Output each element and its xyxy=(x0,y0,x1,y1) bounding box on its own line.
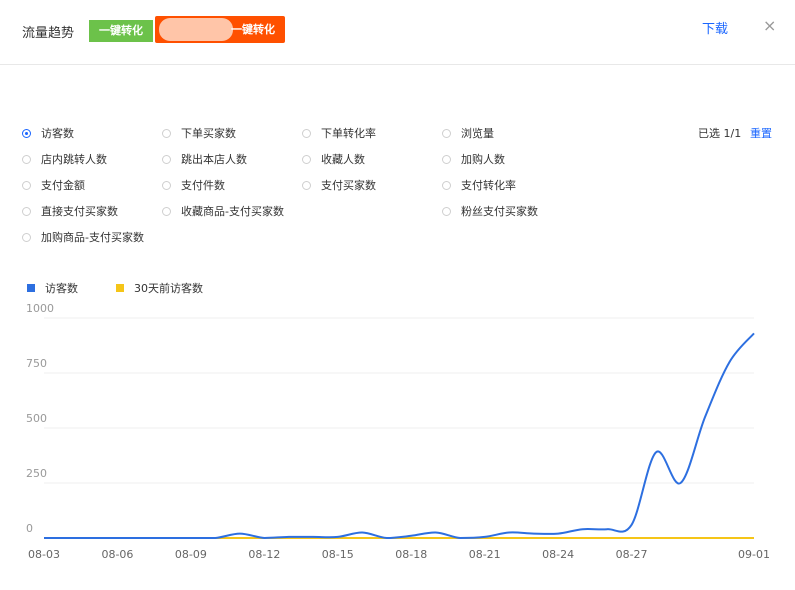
x-tick-label: 08-12 xyxy=(248,548,280,561)
metric-option-label: 收藏商品-支付买家数 xyxy=(181,205,284,218)
one-click-convert-label: 一键转化 xyxy=(231,23,275,36)
metric-option[interactable]: 收藏商品-支付买家数 xyxy=(162,203,284,219)
radio-icon[interactable] xyxy=(302,154,311,164)
y-tick-label: 750 xyxy=(26,357,47,370)
radio-icon[interactable] xyxy=(442,128,451,138)
radio-icon[interactable] xyxy=(22,154,31,164)
metric-option[interactable]: 访客数 xyxy=(22,125,74,141)
metric-option-label: 访客数 xyxy=(41,127,74,140)
metric-option[interactable]: 下单转化率 xyxy=(302,125,376,141)
panel-title: 流量趋势 xyxy=(22,26,75,41)
series-line-visitors xyxy=(43,332,755,540)
x-tick-label: 08-15 xyxy=(322,548,354,561)
metric-option[interactable]: 跳出本店人数 xyxy=(162,151,247,167)
radio-icon[interactable] xyxy=(22,206,31,216)
metric-option[interactable]: 直接支付买家数 xyxy=(22,203,118,219)
metric-option[interactable]: 支付转化率 xyxy=(442,177,516,193)
radio-icon[interactable] xyxy=(442,180,451,190)
metric-option-label: 粉丝支付买家数 xyxy=(461,205,538,218)
legend-swatch-blue xyxy=(27,284,35,292)
traffic-line-chart: 0 250 500 750 1000 08-03 08-06 08-09 08-12 08-15 0… xyxy=(26,302,770,561)
download-link[interactable]: 下载 xyxy=(702,18,728,37)
y-tick-label: 250 xyxy=(26,467,47,480)
metric-option[interactable]: 下单买家数 xyxy=(162,125,236,141)
metric-option[interactable]: 支付件数 xyxy=(162,177,225,193)
radio-icon[interactable] xyxy=(442,206,451,216)
one-click-convert-button[interactable]: 一键转化 xyxy=(155,16,285,43)
legend-swatch-yellow xyxy=(116,284,124,292)
blurred-redaction xyxy=(159,18,233,41)
metric-option-label: 收藏人数 xyxy=(321,153,365,166)
metric-option-label: 跳出本店人数 xyxy=(181,153,247,166)
metric-option-label: 支付买家数 xyxy=(321,179,376,192)
selected-count: 已选 1/1 xyxy=(698,127,742,140)
legend-label: 访客数 xyxy=(45,282,78,295)
x-tick-label: 08-18 xyxy=(395,548,427,561)
radio-icon[interactable] xyxy=(162,180,171,190)
metric-option-label: 下单转化率 xyxy=(321,127,376,140)
metric-option[interactable]: 支付买家数 xyxy=(302,177,376,193)
x-tick-label: 08-24 xyxy=(542,548,574,561)
radio-icon[interactable] xyxy=(22,128,31,138)
metric-option-label: 直接支付买家数 xyxy=(41,205,118,218)
radio-icon[interactable] xyxy=(162,154,171,164)
y-tick-label: 1000 xyxy=(26,302,54,315)
metric-option[interactable]: 粉丝支付买家数 xyxy=(442,203,538,219)
close-icon[interactable]: × xyxy=(763,16,776,35)
radio-icon[interactable] xyxy=(442,154,451,164)
legend-label: 30天前访客数 xyxy=(134,282,203,295)
radio-icon[interactable] xyxy=(162,206,171,216)
x-tick-label: 08-27 xyxy=(616,548,648,561)
metric-option-label: 支付金额 xyxy=(41,179,85,192)
metric-option-label: 加购商品-支付买家数 xyxy=(41,231,144,244)
metric-option[interactable]: 店内跳转人数 xyxy=(22,151,107,167)
y-tick-label: 500 xyxy=(26,412,47,425)
metric-option-label: 下单买家数 xyxy=(181,127,236,140)
metric-option[interactable]: 浏览量 xyxy=(442,125,494,141)
radio-icon[interactable] xyxy=(302,180,311,190)
radio-icon[interactable] xyxy=(22,232,31,242)
one-click-convert-tag[interactable]: 一键转化 xyxy=(89,20,153,42)
header-bar: 流量趋势 一键转化 一键转化 下载 × xyxy=(0,0,795,65)
legend-item-prev-visitors[interactable]: 30天前访客数 xyxy=(116,280,203,296)
metric-option-label: 店内跳转人数 xyxy=(41,153,107,166)
metric-option-label: 加购人数 xyxy=(461,153,505,166)
x-tick-label: 08-21 xyxy=(469,548,501,561)
radio-icon[interactable] xyxy=(162,128,171,138)
legend-item-visitors[interactable]: 访客数 xyxy=(27,280,78,296)
radio-icon[interactable] xyxy=(22,180,31,190)
x-tick-label: 08-03 xyxy=(28,548,60,561)
y-tick-label: 0 xyxy=(26,522,33,535)
metric-option[interactable]: 收藏人数 xyxy=(302,151,365,167)
reset-link[interactable]: 重置 xyxy=(750,125,772,141)
metric-option-label: 支付件数 xyxy=(181,179,225,192)
x-tick-label: 08-09 xyxy=(175,548,207,561)
metric-option[interactable]: 加购人数 xyxy=(442,151,505,167)
metric-option[interactable]: 支付金额 xyxy=(22,177,85,193)
x-tick-label: 09-01 xyxy=(738,548,770,561)
radio-icon[interactable] xyxy=(302,128,311,138)
metric-option-label: 浏览量 xyxy=(461,127,494,140)
x-tick-label: 08-06 xyxy=(101,548,133,561)
metric-option-label: 支付转化率 xyxy=(461,179,516,192)
metric-option[interactable]: 加购商品-支付买家数 xyxy=(22,229,144,245)
